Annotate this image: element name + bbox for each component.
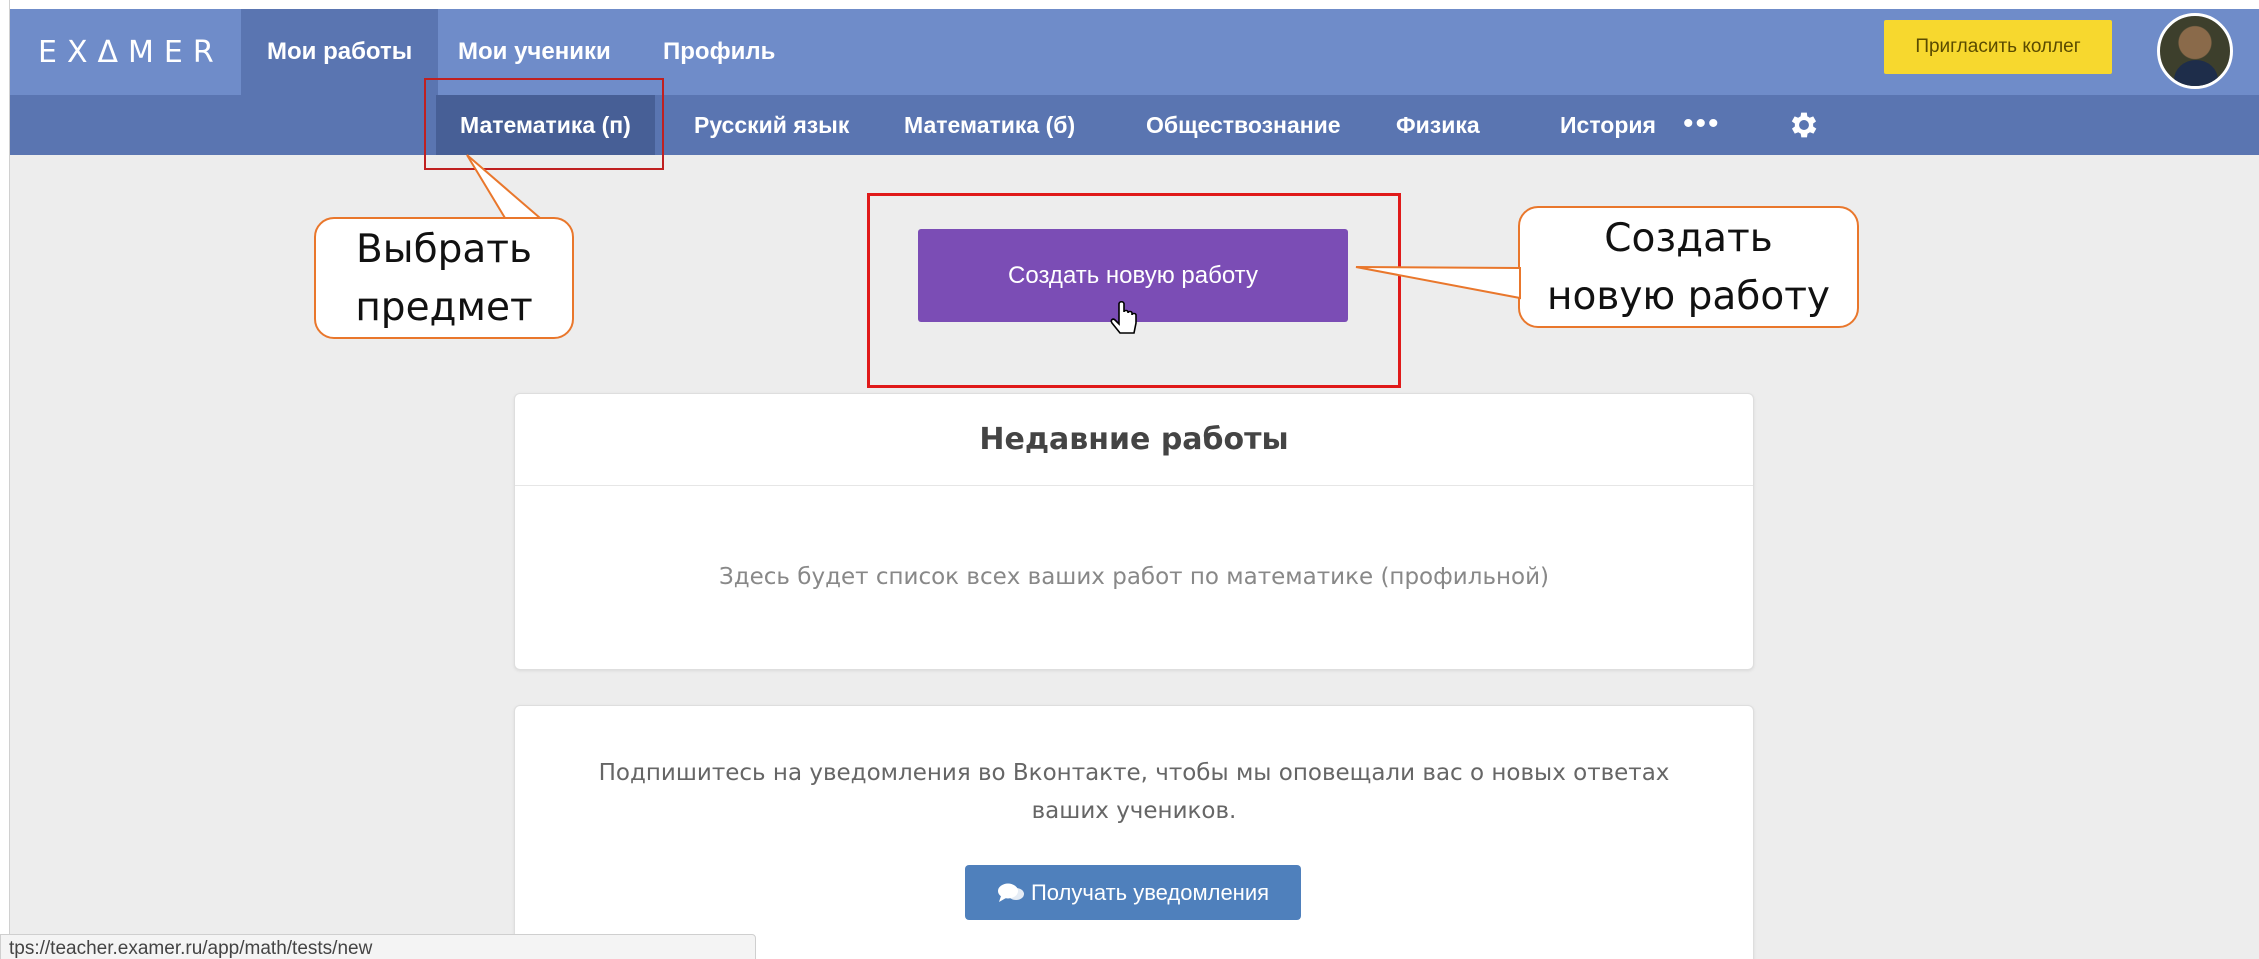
window-left-edge [0, 0, 10, 959]
window-top-edge [0, 0, 2259, 9]
choose-subject-pointer [466, 154, 543, 219]
create-work-pointer [1355, 266, 1521, 300]
hand-cursor-icon [1110, 300, 1137, 334]
annotation-pointers [466, 154, 1521, 334]
status-bar-url: tps://teacher.examer.ru/app/math/tests/n… [0, 934, 756, 959]
